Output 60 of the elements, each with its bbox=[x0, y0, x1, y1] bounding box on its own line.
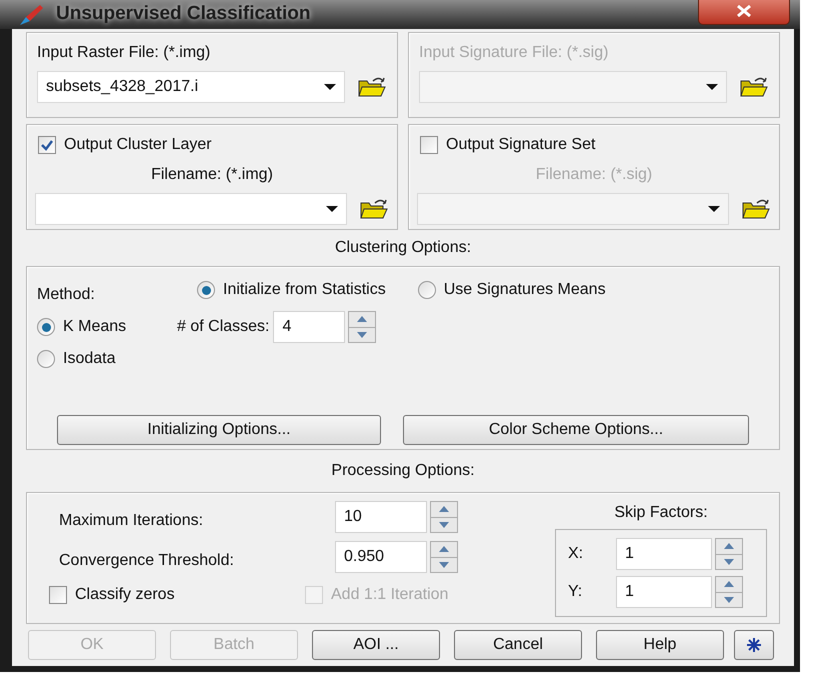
threshold-field[interactable]: 0.950 bbox=[335, 541, 427, 573]
caret-icon bbox=[324, 83, 336, 91]
checkbox-label: Output Signature Set bbox=[446, 135, 596, 155]
section-heading: Clustering Options: bbox=[334, 238, 472, 258]
star-button[interactable] bbox=[734, 630, 774, 660]
radio-button[interactable] bbox=[37, 318, 55, 336]
dropdown-field[interactable] bbox=[417, 193, 729, 225]
dialog-button[interactable]: Help bbox=[596, 630, 724, 660]
checkbox-label: Classify zeros bbox=[75, 585, 175, 605]
window-title: Unsupervised Classification bbox=[56, 2, 310, 26]
field-label: Input Signature File: (*.sig) bbox=[419, 43, 610, 63]
field-label: Convergence Threshold: bbox=[58, 551, 235, 571]
classes-field[interactable]: 4 bbox=[273, 311, 346, 343]
field-label: Filename: (*.img) bbox=[151, 165, 273, 185]
field-label: Method: bbox=[37, 285, 96, 305]
checkbox[interactable] bbox=[49, 586, 67, 604]
app-icon bbox=[18, 2, 44, 26]
radio-button[interactable] bbox=[418, 281, 436, 299]
field-label: # of Classes: bbox=[177, 317, 270, 337]
field-label: Maximum Iterations: bbox=[58, 511, 204, 531]
radio-label: K Means bbox=[63, 317, 126, 337]
close-button[interactable] bbox=[698, 0, 790, 24]
spin-buttons[interactable] bbox=[715, 538, 743, 570]
radio-button[interactable] bbox=[37, 350, 55, 368]
close-icon bbox=[737, 4, 751, 16]
skip-x-field[interactable]: 1 bbox=[616, 538, 712, 570]
caret-icon bbox=[708, 205, 720, 213]
dropdown-field[interactable]: subsets_4328_2017.i bbox=[37, 71, 345, 103]
dialog-button[interactable]: Color Scheme Options... bbox=[403, 415, 749, 445]
dropdown-field[interactable] bbox=[419, 71, 727, 103]
section-heading: Skip Factors: bbox=[614, 503, 708, 523]
iterations-field[interactable]: 10 bbox=[335, 501, 427, 533]
checkbox-label: Output Cluster Layer bbox=[64, 135, 212, 155]
checkbox-label: Add 1:1 Iteration bbox=[331, 585, 448, 605]
spin-buttons[interactable] bbox=[348, 311, 376, 343]
field-label: X: bbox=[568, 544, 584, 564]
checkbox[interactable] bbox=[38, 136, 56, 154]
caret-icon bbox=[706, 83, 718, 91]
folder-icon[interactable] bbox=[739, 76, 769, 98]
dialog-button[interactable]: AOI ... bbox=[312, 630, 440, 660]
radio-label: Initialize from Statistics bbox=[223, 280, 386, 300]
spin-buttons[interactable] bbox=[430, 541, 458, 573]
radio-label: Isodata bbox=[63, 349, 116, 369]
field-label: Filename: (*.sig) bbox=[536, 165, 652, 185]
skip-y-field[interactable]: 1 bbox=[616, 576, 712, 608]
asterisk-icon bbox=[746, 637, 762, 653]
folder-icon[interactable] bbox=[357, 76, 387, 98]
spin-buttons[interactable] bbox=[430, 501, 458, 533]
dialog-button[interactable]: Cancel bbox=[454, 630, 582, 660]
field-label: Input Raster File: (*.img) bbox=[37, 43, 212, 63]
field-label: Y: bbox=[568, 582, 584, 602]
radio-button[interactable] bbox=[197, 281, 215, 299]
folder-icon[interactable] bbox=[741, 198, 771, 220]
caret-icon bbox=[326, 205, 338, 213]
spin-buttons[interactable] bbox=[715, 576, 743, 608]
dialog-button[interactable]: Initializing Options... bbox=[57, 415, 381, 445]
folder-icon[interactable] bbox=[359, 198, 389, 220]
dropdown-field[interactable] bbox=[35, 193, 347, 225]
section-heading: Processing Options: bbox=[331, 461, 475, 481]
radio-label: Use Signatures Means bbox=[444, 280, 606, 300]
